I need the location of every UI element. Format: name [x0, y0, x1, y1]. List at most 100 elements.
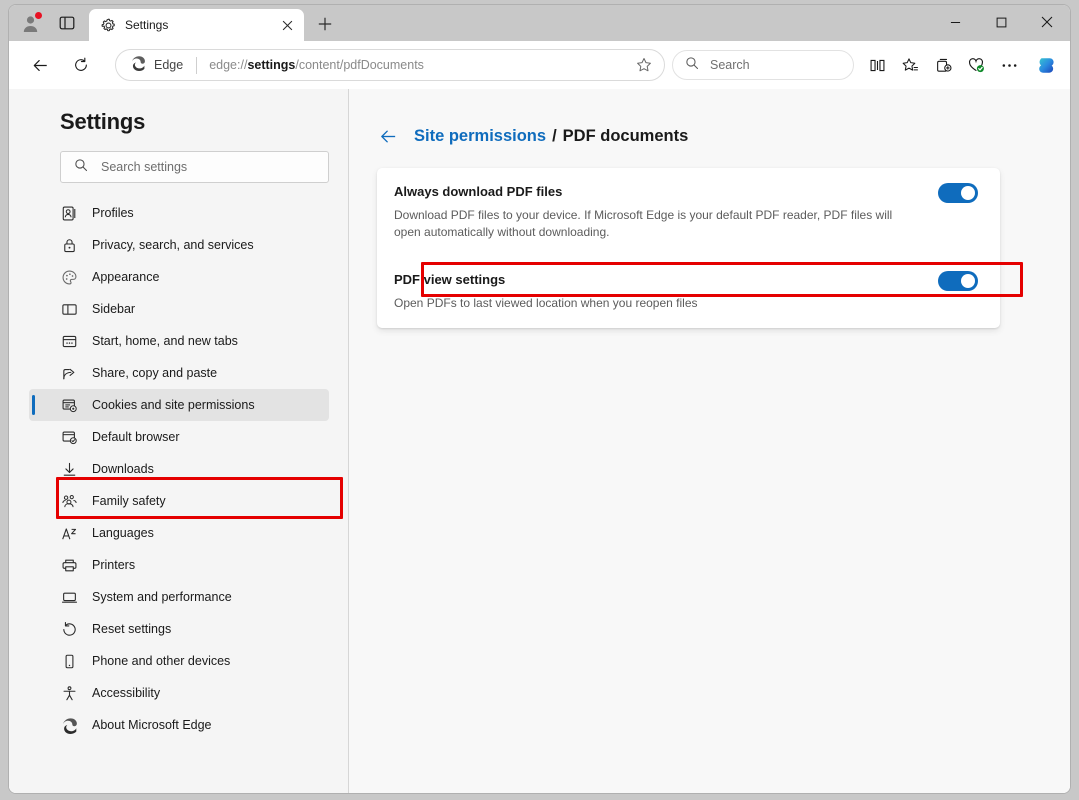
browser-tab[interactable]: Settings [89, 9, 304, 41]
phone-icon [60, 652, 78, 670]
browser-essentials-icon[interactable] [961, 50, 991, 80]
sidebar-item-label: Start, home, and new tabs [92, 334, 238, 348]
close-icon[interactable] [276, 14, 298, 36]
tab-strip: Settings [9, 5, 1070, 41]
split-screen-icon[interactable] [862, 50, 892, 80]
home-tabs-icon [60, 332, 78, 350]
accessibility-icon [60, 684, 78, 702]
tab-title: Settings [125, 18, 276, 32]
sidebar-item-label: Sidebar [92, 302, 135, 316]
edge-chip: Edge [130, 55, 183, 76]
sidebar-item-languages[interactable]: Languages [29, 517, 329, 549]
row-spacer [394, 241, 978, 270]
setting-row-pdf-view-settings[interactable]: PDF view settings Open PDFs to last view… [394, 270, 978, 312]
sidebar-item-start-home[interactable]: Start, home, and new tabs [29, 325, 329, 357]
cookies-permissions-icon [60, 396, 78, 414]
sidebar-item-downloads[interactable]: Downloads [29, 453, 329, 485]
sidebar-item-label: Profiles [92, 206, 134, 220]
url-prefix: edge:// [209, 58, 247, 72]
search-icon [685, 56, 699, 75]
close-window-button[interactable] [1024, 5, 1070, 39]
setting-title: PDF view settings [394, 270, 922, 290]
sidebar-item-family-safety[interactable]: Family safety [29, 485, 329, 517]
sidebar-nav-list: Profiles Privacy, search, and services [9, 197, 348, 741]
sidebar-item-reset-settings[interactable]: Reset settings [29, 613, 329, 645]
sidebar-item-label: Family safety [92, 494, 166, 508]
window-controls [932, 5, 1070, 39]
family-icon [60, 492, 78, 510]
sidebar-item-label: Languages [92, 526, 154, 540]
browser-window: Settings [8, 4, 1071, 794]
default-browser-icon [60, 428, 78, 446]
search-placeholder: Search [710, 58, 750, 72]
new-tab-button[interactable] [311, 10, 339, 38]
settings-sidebar: Settings Search settings [9, 89, 349, 794]
sidebar-item-label: Share, copy and paste [92, 366, 217, 380]
toolbar-actions [862, 50, 1062, 80]
search-input[interactable]: Search [672, 50, 854, 80]
sidebar-item-privacy[interactable]: Privacy, search, and services [29, 229, 329, 261]
toggle-knob [961, 186, 975, 200]
setting-description: Open PDFs to last viewed location when y… [394, 295, 921, 312]
sidebar-item-label: Default browser [92, 430, 180, 444]
setting-row-always-download-pdf[interactable]: Always download PDF files Download PDF f… [394, 182, 978, 241]
sidebar-item-printers[interactable]: Printers [29, 549, 329, 581]
copilot-icon[interactable] [1032, 50, 1062, 80]
maximize-button[interactable] [978, 5, 1024, 39]
minimize-button[interactable] [932, 5, 978, 39]
sidebar-item-about-microsoft-edge[interactable]: About Microsoft Edge [29, 709, 329, 741]
collections-icon[interactable] [928, 50, 958, 80]
system-icon [60, 588, 78, 606]
settings-gear-icon [100, 17, 116, 33]
sidebar-item-label: About Microsoft Edge [92, 718, 212, 732]
search-settings-placeholder: Search settings [101, 160, 187, 174]
sidebar-item-label: System and performance [92, 590, 232, 604]
setting-description: Download PDF files to your device. If Mi… [394, 207, 921, 241]
sidebar-item-default-browser[interactable]: Default browser [29, 421, 329, 453]
url-highlight: settings [247, 58, 295, 72]
reload-icon[interactable] [66, 50, 96, 80]
edge-logo-icon [60, 716, 78, 734]
url-suffix: /content/pdfDocuments [295, 58, 424, 72]
back-arrow-icon[interactable] [377, 125, 399, 147]
edge-chip-label: Edge [154, 58, 183, 72]
profile-button[interactable] [15, 9, 45, 37]
toggle-pdf-view-settings[interactable] [938, 271, 978, 291]
share-icon [60, 364, 78, 382]
url-text: edge://settings/content/pdfDocuments [209, 58, 630, 72]
star-outline-icon[interactable] [630, 51, 658, 79]
sidebar-item-label: Cookies and site permissions [92, 398, 255, 412]
languages-icon [60, 524, 78, 542]
reset-icon [60, 620, 78, 638]
sidebar-item-sidebar[interactable]: Sidebar [29, 293, 329, 325]
address-bar[interactable]: Edge edge://settings/content/pdfDocument… [115, 49, 665, 81]
sidebar-item-system-and-performance[interactable]: System and performance [29, 581, 329, 613]
sidebar-item-accessibility[interactable]: Accessibility [29, 677, 329, 709]
toggle-always-download-pdf[interactable] [938, 183, 978, 203]
search-settings-input[interactable]: Search settings [60, 151, 329, 183]
breadcrumb-current: PDF documents [563, 127, 689, 146]
sidebar-item-cookies-and-site-permissions[interactable]: Cookies and site permissions [29, 389, 329, 421]
profile-avatar-icon [21, 14, 40, 33]
sidebar-icon [60, 300, 78, 318]
favorites-star-icon[interactable] [895, 50, 925, 80]
sidebar-item-appearance[interactable]: Appearance [29, 261, 329, 293]
sidebar-item-phone-and-other-devices[interactable]: Phone and other devices [29, 645, 329, 677]
sidebar-item-label: Privacy, search, and services [92, 238, 254, 252]
omnibox-divider [196, 57, 197, 74]
search-icon [74, 158, 88, 177]
more-ellipsis-icon[interactable] [994, 50, 1024, 80]
back-arrow-icon[interactable] [25, 50, 55, 80]
pdf-settings-card: Always download PDF files Download PDF f… [377, 168, 1000, 328]
tab-search-icon[interactable] [53, 10, 81, 36]
setting-title: Always download PDF files [394, 182, 922, 202]
settings-content: Site permissions / PDF documents Always … [349, 89, 1070, 794]
profile-notification-dot [35, 12, 42, 19]
breadcrumb-parent-link[interactable]: Site permissions [414, 127, 546, 146]
sidebar-item-label: Phone and other devices [92, 654, 230, 668]
printer-icon [60, 556, 78, 574]
sidebar-item-share[interactable]: Share, copy and paste [29, 357, 329, 389]
palette-icon [60, 268, 78, 286]
page-title: Settings [60, 109, 348, 135]
sidebar-item-profiles[interactable]: Profiles [29, 197, 329, 229]
